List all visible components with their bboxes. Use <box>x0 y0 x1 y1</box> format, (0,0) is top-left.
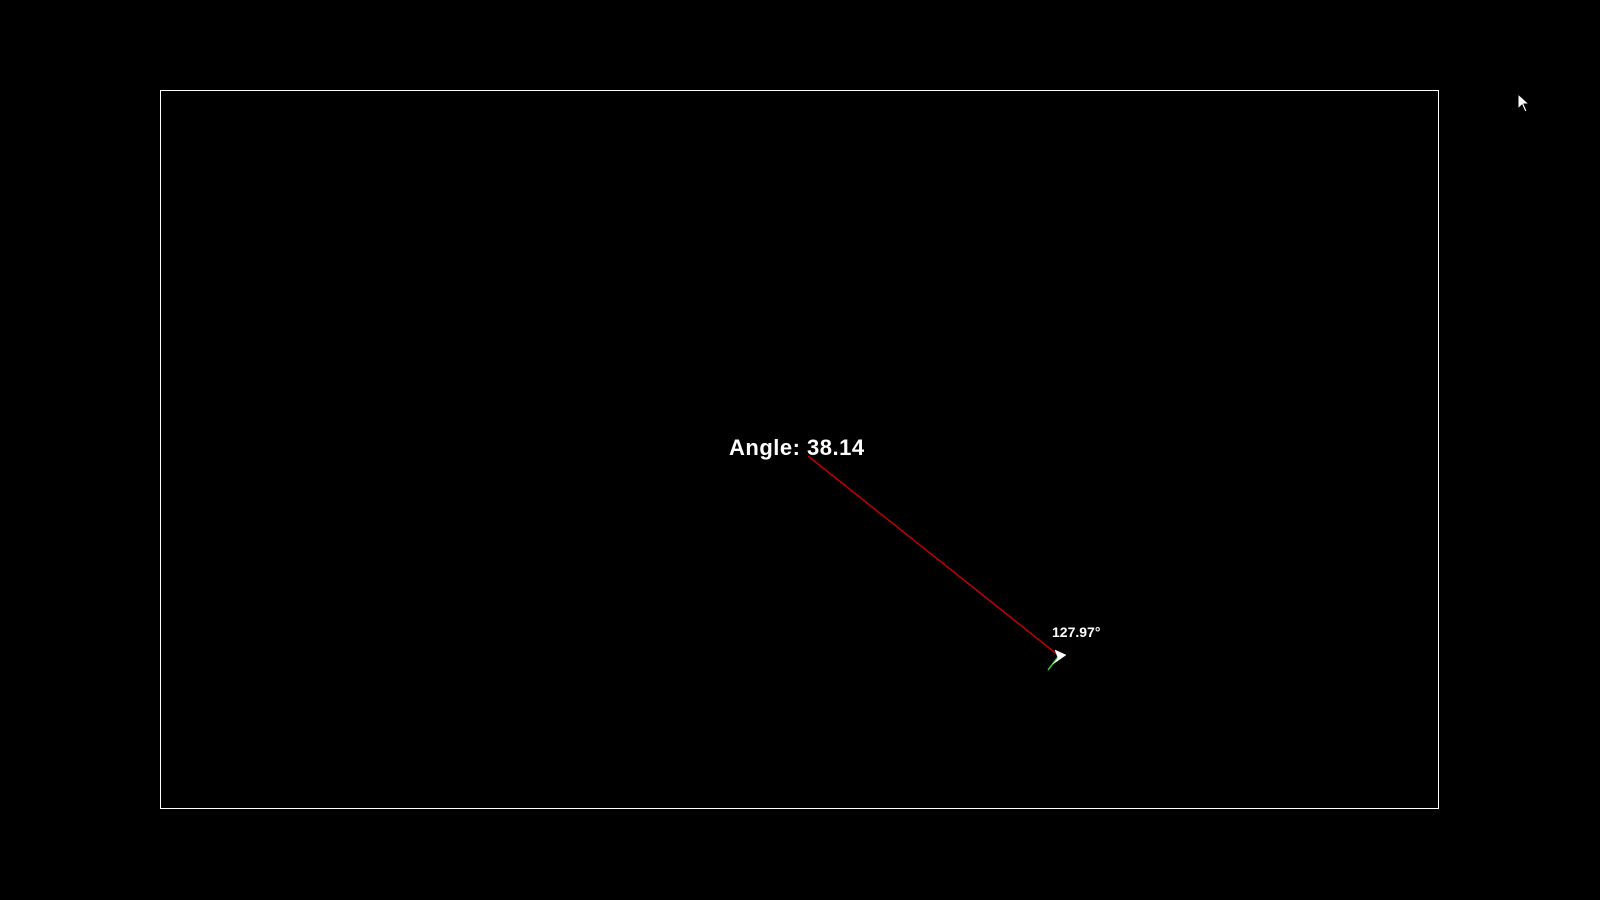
app-stage: Angle: 38.14 127.97° <box>0 0 1600 900</box>
marker-tail <box>1047 656 1059 671</box>
direction-arrow-icon[interactable] <box>1047 649 1067 671</box>
mouse-pointer-icon <box>1517 93 1531 113</box>
angle-line <box>807 455 1059 656</box>
angle-label: Angle: 38.14 <box>729 435 865 460</box>
heading-readout: 127.97° <box>1052 624 1101 640</box>
